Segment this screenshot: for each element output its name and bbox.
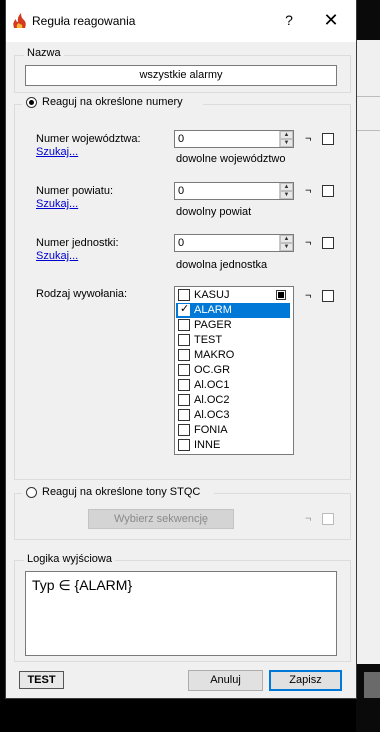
title-bar: Reguła reagowania ? ✕ (6, 0, 356, 42)
rodzaj-item-checkbox[interactable] (178, 424, 190, 436)
rodzaj-item-label: INNE (194, 439, 221, 451)
rodzaj-item-checkbox[interactable] (178, 364, 190, 376)
jednostka-value: 0 (178, 237, 185, 249)
rodzaj-item-checkbox[interactable] (178, 334, 190, 346)
spin-up-arrow-icon[interactable]: ▲ (280, 131, 293, 139)
rodzaj-list-item[interactable]: ✓ ALARM (176, 303, 290, 318)
rodzaj-item-checkbox[interactable] (178, 439, 190, 451)
rodzaj-item-checkbox[interactable] (178, 394, 190, 406)
rodzaj-item-checkbox[interactable] (178, 289, 190, 301)
jednostka-negation-label: ¬ (305, 237, 312, 249)
jednostka-hint: dowolna jednostka (176, 259, 268, 271)
spin-up-arrow-icon[interactable]: ▲ (280, 183, 293, 191)
save-button[interactable]: Zapisz (269, 670, 342, 691)
powiat-negation-label: ¬ (305, 185, 312, 197)
logika-expression: Typ ∈ {ALARM} (32, 577, 133, 593)
rodzaj-item-label: Al.OC1 (194, 379, 230, 391)
spin-down-arrow-icon[interactable]: ▼ (280, 191, 293, 199)
rodzaj-list-item[interactable]: OC.GR (176, 363, 290, 378)
rodzaj-list-item[interactable]: KASUJ (176, 288, 274, 303)
logika-output: Typ ∈ {ALARM} (25, 571, 337, 656)
wojewodztwo-negation-checkbox[interactable] (322, 133, 334, 145)
rodzaj-item-checkbox[interactable]: ✓ (178, 303, 190, 316)
rodzaj-item-label: MAKRO (194, 349, 235, 361)
nazwa-value: wszystkie alarmy (139, 69, 223, 81)
rodzaj-item-label: Al.OC2 (194, 394, 230, 406)
nazwa-group-label: Nazwa (24, 47, 64, 59)
rodzaj-item-label: ALARM (194, 304, 232, 316)
rodzaj-item-checkbox[interactable] (178, 409, 190, 421)
spin-down-arrow-icon[interactable]: ▼ (280, 243, 293, 251)
numery-radio-label: Reaguj na określone numery (42, 96, 183, 108)
rodzaj-checklist[interactable]: KASUJ ✓ ALARM PAGER TEST MAKRO OC.GR Al.OC1 Al.O… (174, 286, 294, 455)
wojewodztwo-search-link[interactable]: Szukaj... (36, 146, 78, 158)
rodzaj-item-label: PAGER (194, 319, 232, 331)
stqc-negation-label: ¬ (305, 513, 312, 525)
jednostka-input[interactable]: 0 ▲ ▼ (174, 234, 294, 252)
powiat-value: 0 (178, 185, 185, 197)
wojewodztwo-negation-label: ¬ (305, 133, 312, 145)
powiat-hint: dowolny powiat (176, 206, 252, 218)
rodzaj-list-item[interactable]: Al.OC2 (176, 393, 290, 408)
powiat-label: Numer powiatu: (36, 185, 114, 197)
stqc-radio[interactable] (26, 487, 37, 498)
rodzaj-list-item[interactable]: Al.OC1 (176, 378, 290, 393)
window-title: Reguła reagowania (32, 14, 136, 28)
jednostka-label: Numer jednostki: (36, 237, 119, 249)
rodzaj-item-checkbox[interactable] (178, 349, 190, 361)
powiat-spinner[interactable]: ▲ ▼ (279, 183, 293, 199)
numery-radio-row[interactable]: Reaguj na określone numery (22, 96, 203, 110)
rodzaj-item-label: KASUJ (194, 289, 230, 301)
spin-down-arrow-icon[interactable]: ▼ (280, 139, 293, 147)
jednostka-negation-checkbox[interactable] (322, 237, 334, 249)
powiat-negation-checkbox[interactable] (322, 185, 334, 197)
rodzaj-list-item[interactable]: MAKRO (176, 348, 290, 363)
numery-radio[interactable] (26, 97, 37, 108)
rodzaj-item-label: FONIA (194, 424, 228, 436)
rodzaj-list-item[interactable]: FONIA (176, 423, 290, 438)
close-button[interactable]: ✕ (316, 6, 346, 34)
spin-up-arrow-icon[interactable]: ▲ (280, 235, 293, 243)
test-button[interactable]: TEST (19, 671, 64, 689)
rodzaj-item-label: TEST (194, 334, 223, 346)
powiat-search-link[interactable]: Szukaj... (36, 198, 78, 210)
rodzaj-item-label: OC.GR (194, 364, 231, 376)
wojewodztwo-hint: dowolne województwo (176, 153, 286, 165)
wojewodztwo-label: Numer województwa: (36, 133, 141, 145)
list-select-all-toggle[interactable] (276, 290, 286, 300)
wojewodztwo-input[interactable]: 0 ▲ ▼ (174, 130, 294, 148)
rodzaj-item-checkbox[interactable] (178, 379, 190, 391)
rodzaj-negation-checkbox[interactable] (322, 290, 334, 302)
rodzaj-list-item[interactable]: PAGER (176, 318, 290, 333)
wojewodztwo-value: 0 (178, 133, 185, 145)
rodzaj-item-checkbox[interactable] (178, 319, 190, 331)
powiat-input[interactable]: 0 ▲ ▼ (174, 182, 294, 200)
help-button[interactable]: ? (274, 6, 304, 34)
jednostka-spinner[interactable]: ▲ ▼ (279, 235, 293, 251)
rodzaj-list-item[interactable]: INNE (176, 438, 290, 453)
stqc-radio-label: Reaguj na określone tony STQC (42, 486, 201, 498)
wojewodztwo-spinner[interactable]: ▲ ▼ (279, 131, 293, 147)
checkmark-icon: ✓ (180, 303, 190, 315)
stqc-radio-row[interactable]: Reaguj na określone tony STQC (22, 486, 214, 500)
rodzaj-item-label: Al.OC3 (194, 409, 230, 421)
rodzaj-list-item[interactable]: Al.OC3 (176, 408, 290, 423)
app-fire-icon (13, 13, 26, 28)
select-sequence-button[interactable]: Wybierz sekwencję (88, 509, 234, 529)
stqc-negation-checkbox[interactable] (322, 513, 334, 525)
jednostka-search-link[interactable]: Szukaj... (36, 250, 78, 262)
rodzaj-list-item[interactable]: TEST (176, 333, 290, 348)
rodzaj-label: Rodzaj wywołania: (36, 288, 128, 300)
cancel-button[interactable]: Anuluj (188, 670, 263, 691)
rule-dialog: Reguła reagowania ? ✕ Nazwa wszystkie al… (6, 0, 356, 698)
rodzaj-negation-label: ¬ (305, 290, 312, 302)
nazwa-input[interactable]: wszystkie alarmy (25, 65, 337, 86)
logika-group-label: Logika wyjściowa (24, 553, 115, 565)
background-window (356, 0, 380, 732)
